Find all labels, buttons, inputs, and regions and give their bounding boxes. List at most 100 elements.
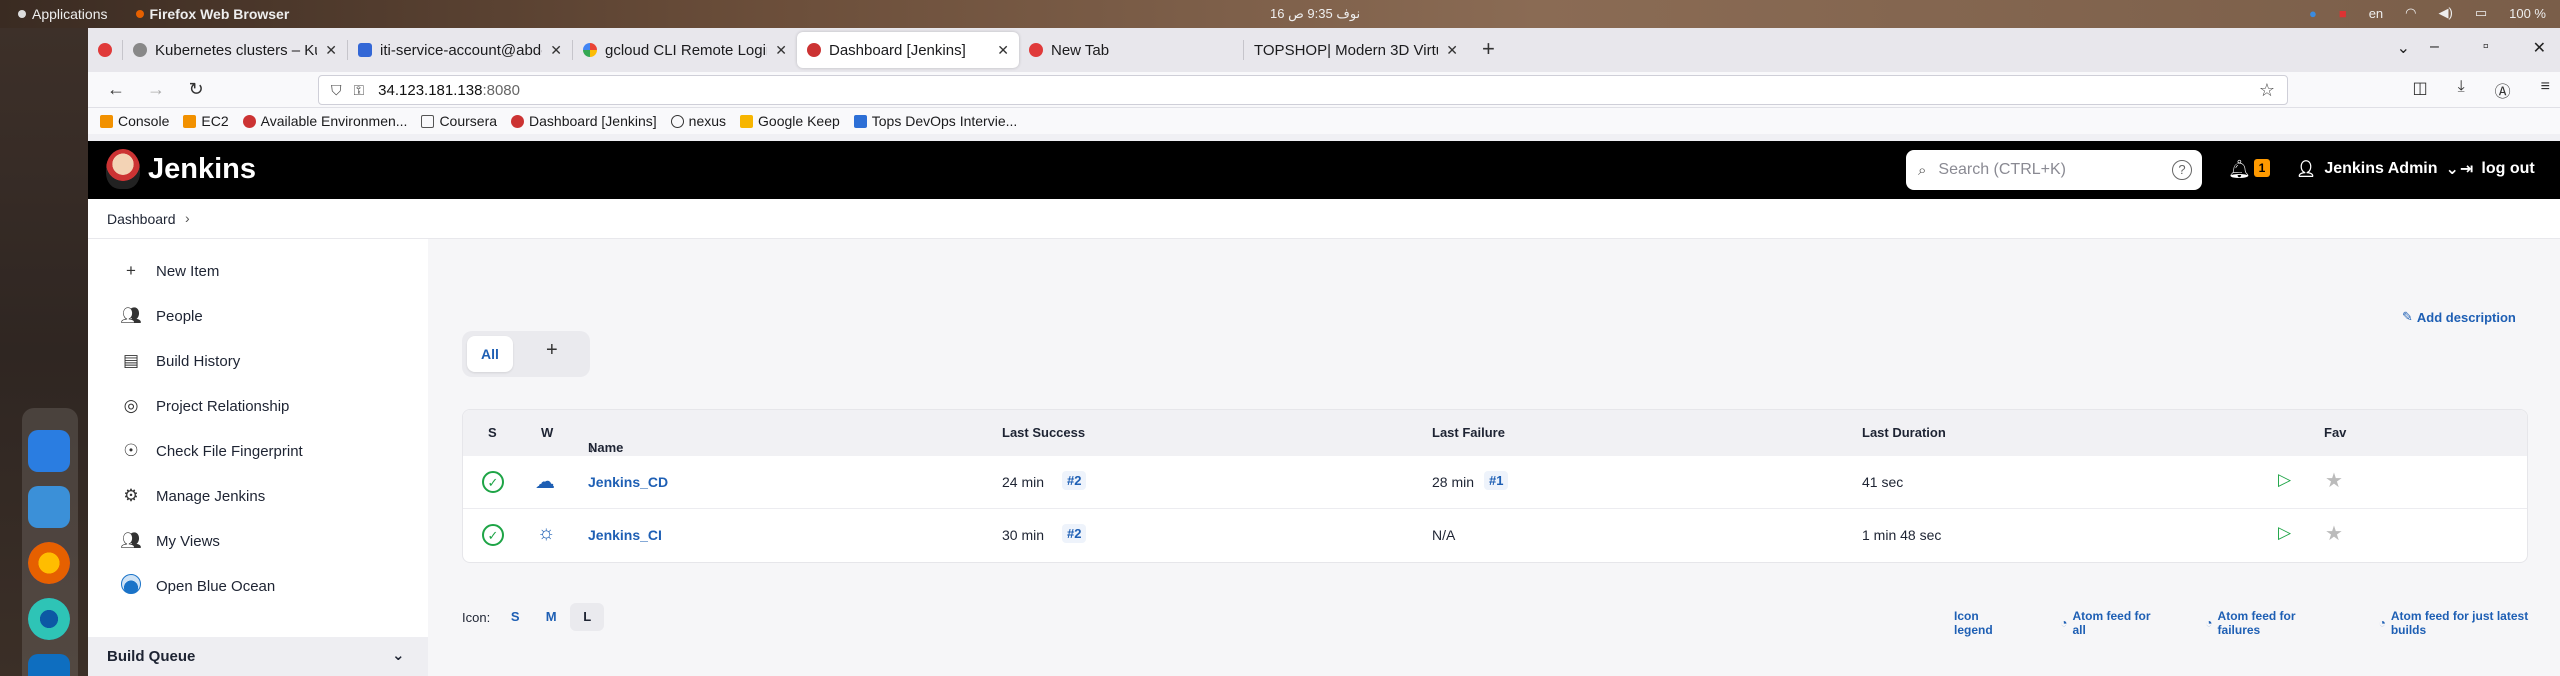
sidebar: + New Item 👥︎ People ▤ Build History ◎ Proje… [88, 239, 428, 676]
url-bar[interactable]: ⛉ ⚿ 34.123.181.138:8080 ☆ [318, 75, 2288, 105]
downloads-icon[interactable]: ⤓ [2458, 78, 2465, 102]
favorite-star-icon[interactable]: ★ [2325, 468, 2343, 493]
bookmark-coursera[interactable]: Coursera [421, 113, 497, 129]
files-icon[interactable] [28, 486, 70, 528]
icon-legend-link[interactable]: Icon legend [1954, 609, 2018, 637]
menu-icon[interactable]: ≡ [2541, 78, 2550, 102]
chevron-right-icon[interactable]: › [185, 210, 190, 226]
tab-all[interactable]: All [467, 336, 513, 372]
col-last-success[interactable]: Last Success [1002, 425, 1085, 440]
build-queue-header[interactable]: Build Queue ⌄ [88, 637, 428, 676]
notification-badge[interactable]: 1 [2254, 159, 2270, 177]
jenkins-home-link[interactable]: Jenkins [106, 149, 256, 189]
sidebar-item-new-item[interactable]: + New Item [120, 259, 219, 283]
new-tab-button[interactable]: + [1482, 36, 1495, 62]
jenkins-logo-icon [106, 149, 140, 189]
sidebar-item-fingerprint[interactable]: ☉ Check File Fingerprint [120, 439, 302, 463]
user-menu[interactable]: 👤︎ Jenkins Admin ⌄ [2296, 159, 2459, 179]
pocket-icon[interactable]: ◫ [2412, 78, 2427, 102]
job-link[interactable]: Jenkins_CI [588, 527, 662, 543]
reload-icon[interactable]: ↻ [184, 79, 208, 100]
col-fav[interactable]: Fav [2324, 425, 2346, 440]
close-tab-icon[interactable]: ✕ [325, 42, 337, 59]
notifications-bell-icon[interactable]: 🔔︎ [2228, 159, 2251, 180]
tab-kubernetes[interactable]: Kubernetes clusters – Kube ✕ [123, 32, 347, 68]
close-tab-icon[interactable]: ✕ [550, 42, 562, 59]
tab-gcloud[interactable]: gcloud CLI Remote Login ✕ [573, 32, 797, 68]
edge-dock-icon[interactable] [28, 598, 70, 640]
col-last-failure[interactable]: Last Failure [1432, 425, 1505, 440]
sidebar-item-blue-ocean[interactable]: Open Blue Ocean [120, 573, 275, 598]
add-description-link[interactable]: ✎ Add description [2402, 309, 2516, 325]
app-menu[interactable]: Firefox Web Browser [135, 6, 289, 22]
col-last-duration[interactable]: Last Duration [1862, 425, 1946, 440]
minimize-icon[interactable]: – [2430, 38, 2439, 58]
success-build-link[interactable]: #2 [1062, 524, 1087, 543]
sidebar-item-project-relationship[interactable]: ◎ Project Relationship [120, 394, 290, 418]
account-icon[interactable]: Ⓐ [2495, 78, 2511, 102]
clock[interactable]: 16 نوف 9:35 ص [1270, 6, 1360, 22]
applications-menu[interactable]: Applications [18, 6, 108, 22]
maximize-icon[interactable]: ▫ [2483, 38, 2489, 58]
sidebar-item-build-history[interactable]: ▤ Build History [120, 349, 240, 373]
tab-jenkins-dashboard[interactable]: Dashboard [Jenkins] ✕ [797, 32, 1019, 68]
sidebar-item-people[interactable]: 👥︎ People [120, 304, 203, 328]
tab-new-tab[interactable]: New Tab [1019, 32, 1243, 68]
language-indicator[interactable]: en [2369, 6, 2383, 21]
sidebar-item-manage-jenkins[interactable]: ⚙ Manage Jenkins [120, 484, 265, 508]
tab-topshop[interactable]: TOPSHOP| Modern 3D Virtu ✕ [1244, 32, 1468, 68]
tab-pinned[interactable] [88, 32, 122, 68]
vscode-dock-icon[interactable] [28, 654, 70, 676]
success-build-link[interactable]: #2 [1062, 471, 1087, 490]
rss-icon: ◔ [2205, 616, 2213, 630]
atom-feed-all-link[interactable]: ◔ Atom feed for all [2060, 609, 2163, 637]
favorite-star-icon[interactable]: ★ [2325, 521, 2343, 546]
software-center-icon[interactable] [28, 430, 70, 472]
schedule-build-icon[interactable]: ▷ [2278, 523, 2291, 543]
tab-service-account[interactable]: iti-service-account@abde ✕ [348, 32, 572, 68]
add-view-button[interactable]: + [546, 339, 558, 362]
bookmark-tops-devops[interactable]: Tops DevOps Intervie... [853, 113, 1017, 129]
table-row: ✓ ☁ Jenkins_CD 24 min #2 28 min #1 41 se… [463, 456, 2527, 508]
atom-feed-latest-link[interactable]: ◔ Atom feed for just latest builds [2379, 609, 2560, 637]
forward-icon[interactable]: → [144, 79, 168, 100]
search-help-icon[interactable]: ? [2172, 160, 2192, 180]
sidebar-item-my-views[interactable]: 👥︎ My Views [120, 529, 220, 553]
bookmark-console[interactable]: Console [100, 113, 169, 129]
list-all-tabs-icon[interactable]: ⌄ [2397, 38, 2410, 58]
last-duration: 1 min 48 sec [1862, 527, 1942, 543]
battery-icon: ▭ [2474, 5, 2488, 20]
feed-links: Icon legend ◔ Atom feed for all ◔ Atom fee… [1954, 609, 2560, 637]
bookmark-google-keep[interactable]: Google Keep [740, 113, 840, 129]
icon-size-m[interactable]: M [534, 603, 568, 631]
schedule-build-icon[interactable]: ▷ [2278, 470, 2291, 490]
col-weather[interactable]: W [541, 425, 553, 440]
job-link[interactable]: Jenkins_CD [588, 474, 668, 490]
close-tab-icon[interactable]: ✕ [1446, 42, 1458, 59]
atom-feed-failures-link[interactable]: ◔ Atom feed for failures [2205, 609, 2336, 637]
back-icon[interactable]: ← [104, 79, 128, 100]
bookmark-nexus[interactable]: nexus [670, 113, 726, 129]
bookmark-environments[interactable]: Available Environmen... [242, 113, 407, 129]
icon-size-s[interactable]: S [498, 603, 532, 631]
firefox-dock-icon[interactable] [28, 542, 70, 584]
tracking-shield-icon[interactable]: ⛉ [331, 82, 342, 99]
close-window-icon[interactable]: ✕ [2533, 38, 2546, 58]
breadcrumb-dashboard[interactable]: Dashboard [107, 211, 176, 227]
bookmark-star-icon[interactable]: ☆ [2259, 80, 2275, 101]
logout-link[interactable]: ⇥ log out [2460, 159, 2535, 179]
close-tab-icon[interactable]: ✕ [775, 42, 787, 59]
bookmark-dashboard-jenkins[interactable]: Dashboard [Jenkins] [511, 113, 657, 129]
col-status[interactable]: S [488, 425, 497, 440]
tab-title: iti-service-account@abde [380, 41, 543, 59]
search-box[interactable]: ⌕ Search (CTRL+K) ? [1906, 150, 2202, 190]
icon-size-l[interactable]: L [570, 603, 605, 631]
chevron-down-icon[interactable]: ⌄ [392, 646, 405, 664]
close-tab-icon[interactable]: ✕ [997, 42, 1009, 59]
bookmark-ec2[interactable]: EC2 [183, 113, 229, 129]
failure-build-link[interactable]: #1 [1484, 471, 1509, 490]
search-input[interactable]: Search (CTRL+K) [1938, 161, 2066, 179]
system-tray[interactable]: ● ■ en ◠ ◀) ▭ 100 % [2309, 5, 2546, 21]
bookmark-label: Google Keep [758, 113, 840, 129]
lock-icon[interactable]: ⚿ [354, 82, 365, 99]
